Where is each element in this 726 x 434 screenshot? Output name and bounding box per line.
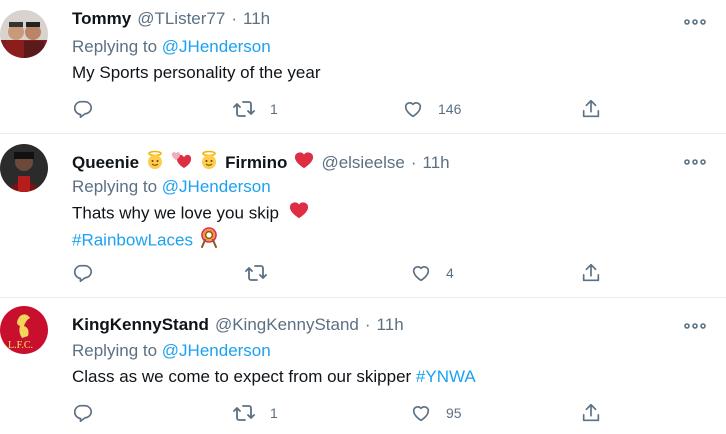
retweet-button[interactable]: 1 [232, 98, 278, 120]
retweet-icon [244, 262, 268, 284]
like-count: 4 [446, 265, 454, 281]
tweet[interactable]: L.F.C. KingKennyStand @KingKennyStand · … [0, 298, 726, 434]
author-name-suffix[interactable]: Firmino [225, 152, 287, 174]
red-heart-emoji [288, 200, 310, 228]
reply-icon [72, 402, 94, 424]
author-name[interactable]: Tommy [72, 8, 131, 30]
replying-to: Replying to @JHenderson [72, 176, 271, 198]
replying-to: Replying to @JHenderson [72, 36, 271, 58]
replying-prefix: Replying to [72, 37, 158, 56]
tweet[interactable]: Tommy @TLister77 · 11h Replying to @JHen… [0, 0, 726, 134]
tweet-text-line2: #RainbowLaces [72, 226, 220, 256]
tweet-text: My Sports personality of the year [72, 60, 321, 86]
like-icon [410, 262, 432, 284]
more-icon[interactable] [684, 14, 706, 25]
retweet-icon [232, 98, 256, 120]
like-count: 95 [446, 405, 462, 421]
retweet-button[interactable] [244, 262, 282, 284]
author-handle[interactable]: @KingKennyStand [215, 314, 359, 336]
tweet-text: Thats why we love you skip [72, 200, 310, 228]
like-count: 146 [438, 101, 462, 117]
author-handle[interactable]: @elsieelse [321, 152, 404, 174]
timestamp[interactable]: 11h [377, 314, 404, 336]
reply-button[interactable] [72, 262, 94, 284]
hashtag-link[interactable]: #RainbowLaces [72, 230, 193, 249]
timestamp[interactable]: 11h [423, 152, 450, 174]
replying-prefix: Replying to [72, 341, 158, 360]
angel-emoji [199, 150, 219, 176]
tweet[interactable]: Queenie Firmino @elsieelse · 11h Replyin… [0, 134, 726, 298]
share-button[interactable] [580, 98, 602, 120]
like-icon [402, 98, 424, 120]
action-bar: 4 [72, 262, 612, 286]
replying-to: Replying to @JHenderson [72, 340, 271, 362]
action-bar: 1 95 [72, 402, 612, 426]
replying-prefix: Replying to [72, 177, 158, 196]
rainbow-laces-emoji [198, 226, 220, 256]
retweet-button[interactable]: 1 [232, 402, 278, 424]
share-icon [580, 262, 602, 284]
red-heart-emoji [293, 150, 315, 176]
mention-link[interactable]: @JHenderson [162, 341, 271, 360]
separator-dot: · [231, 9, 237, 28]
share-button[interactable] [580, 402, 602, 424]
reply-icon [72, 98, 94, 120]
hearts-emoji [171, 150, 193, 176]
like-icon [410, 402, 432, 424]
reply-icon [72, 262, 94, 284]
timestamp[interactable]: 11h [243, 8, 270, 30]
angel-emoji [145, 150, 165, 176]
avatar[interactable]: L.F.C. [0, 306, 48, 354]
like-button[interactable]: 146 [402, 98, 461, 120]
author-name-prefix[interactable]: Queenie [72, 152, 139, 174]
retweet-count: 1 [270, 405, 278, 421]
tweet-body: My Sports personality of the year [72, 63, 321, 82]
tweet-text: Class as we come to expect from our skip… [72, 364, 476, 390]
mention-link[interactable]: @JHenderson [162, 177, 271, 196]
more-icon[interactable] [684, 318, 706, 329]
hashtag-link[interactable]: #YNWA [416, 367, 476, 386]
retweet-icon [232, 402, 256, 424]
lfc-logo-text: L.F.C. [8, 340, 33, 351]
avatar[interactable] [0, 144, 48, 192]
separator-dot: · [364, 315, 371, 334]
like-button[interactable]: 4 [410, 262, 454, 284]
action-bar: 1 146 [72, 98, 612, 122]
share-button[interactable] [580, 262, 602, 284]
like-button[interactable]: 95 [410, 402, 462, 424]
author-handle[interactable]: @TLister77 [137, 8, 225, 30]
separator-dot: · [410, 153, 417, 172]
share-icon [580, 402, 602, 424]
tweet-body: Class as we come to expect from our skip… [72, 367, 412, 386]
author-name[interactable]: KingKennyStand [72, 314, 209, 336]
more-icon[interactable] [684, 154, 706, 165]
mention-link[interactable]: @JHenderson [162, 37, 271, 56]
share-icon [580, 98, 602, 120]
reply-button[interactable] [72, 402, 94, 424]
tweet-body: Thats why we love you skip [72, 203, 279, 223]
avatar[interactable] [0, 10, 48, 58]
reply-button[interactable] [72, 98, 94, 120]
retweet-count: 1 [270, 101, 278, 117]
